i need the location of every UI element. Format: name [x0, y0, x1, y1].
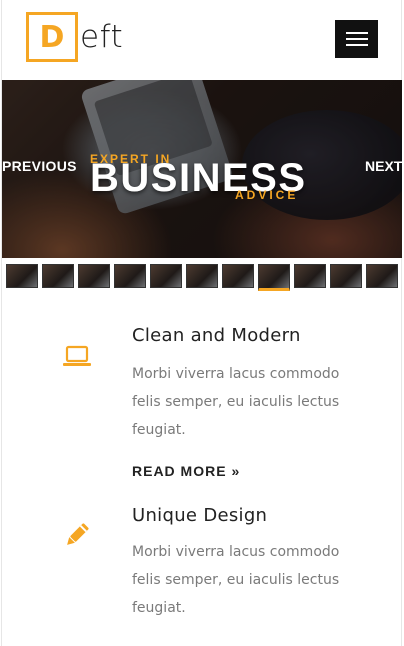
slider-next-button[interactable]: NEXT — [365, 158, 402, 174]
site-logo[interactable]: D eft — [26, 12, 123, 62]
laptop-icon — [63, 345, 91, 366]
slider-thumbnail[interactable] — [114, 264, 146, 288]
slider-thumbnail[interactable] — [78, 264, 110, 288]
logo-letter: D — [39, 19, 65, 55]
feature-text: Morbi viverra lacus commodo felis semper… — [132, 366, 340, 438]
slider-thumbnail[interactable] — [294, 264, 326, 288]
slider-thumbnail[interactable] — [6, 264, 38, 288]
slider-thumbnail[interactable] — [42, 264, 74, 288]
slider-thumbnail[interactable] — [222, 264, 254, 288]
feature-title: Clean and Modern — [132, 325, 301, 346]
logo-text: eft — [80, 19, 124, 55]
slider-thumbnail[interactable] — [366, 264, 398, 288]
slider-thumbnail[interactable] — [258, 264, 290, 291]
slider-thumbnails — [6, 264, 402, 292]
menu-toggle-button[interactable] — [335, 20, 378, 58]
hero-post-title: ADVICE — [235, 188, 299, 202]
pencil-icon — [67, 523, 89, 545]
slider-thumbnail[interactable] — [186, 264, 218, 288]
hero-pre-title: EXPERT IN — [90, 152, 172, 166]
feature-title: Unique Design — [132, 505, 268, 526]
feature-text: Morbi viverra lacus commodo felis semper… — [132, 544, 340, 616]
read-more-link[interactable]: READ MORE » — [132, 463, 240, 479]
slider-previous-button[interactable]: PREVIOUS — [2, 158, 77, 174]
hero-slider: PREVIOUS NEXT BUSINESS EXPERT IN ADVICE — [2, 80, 402, 258]
hamburger-icon — [345, 32, 368, 34]
logo-box: D — [26, 12, 78, 62]
slider-thumbnail[interactable] — [330, 264, 362, 288]
slider-thumbnail[interactable] — [150, 264, 182, 288]
